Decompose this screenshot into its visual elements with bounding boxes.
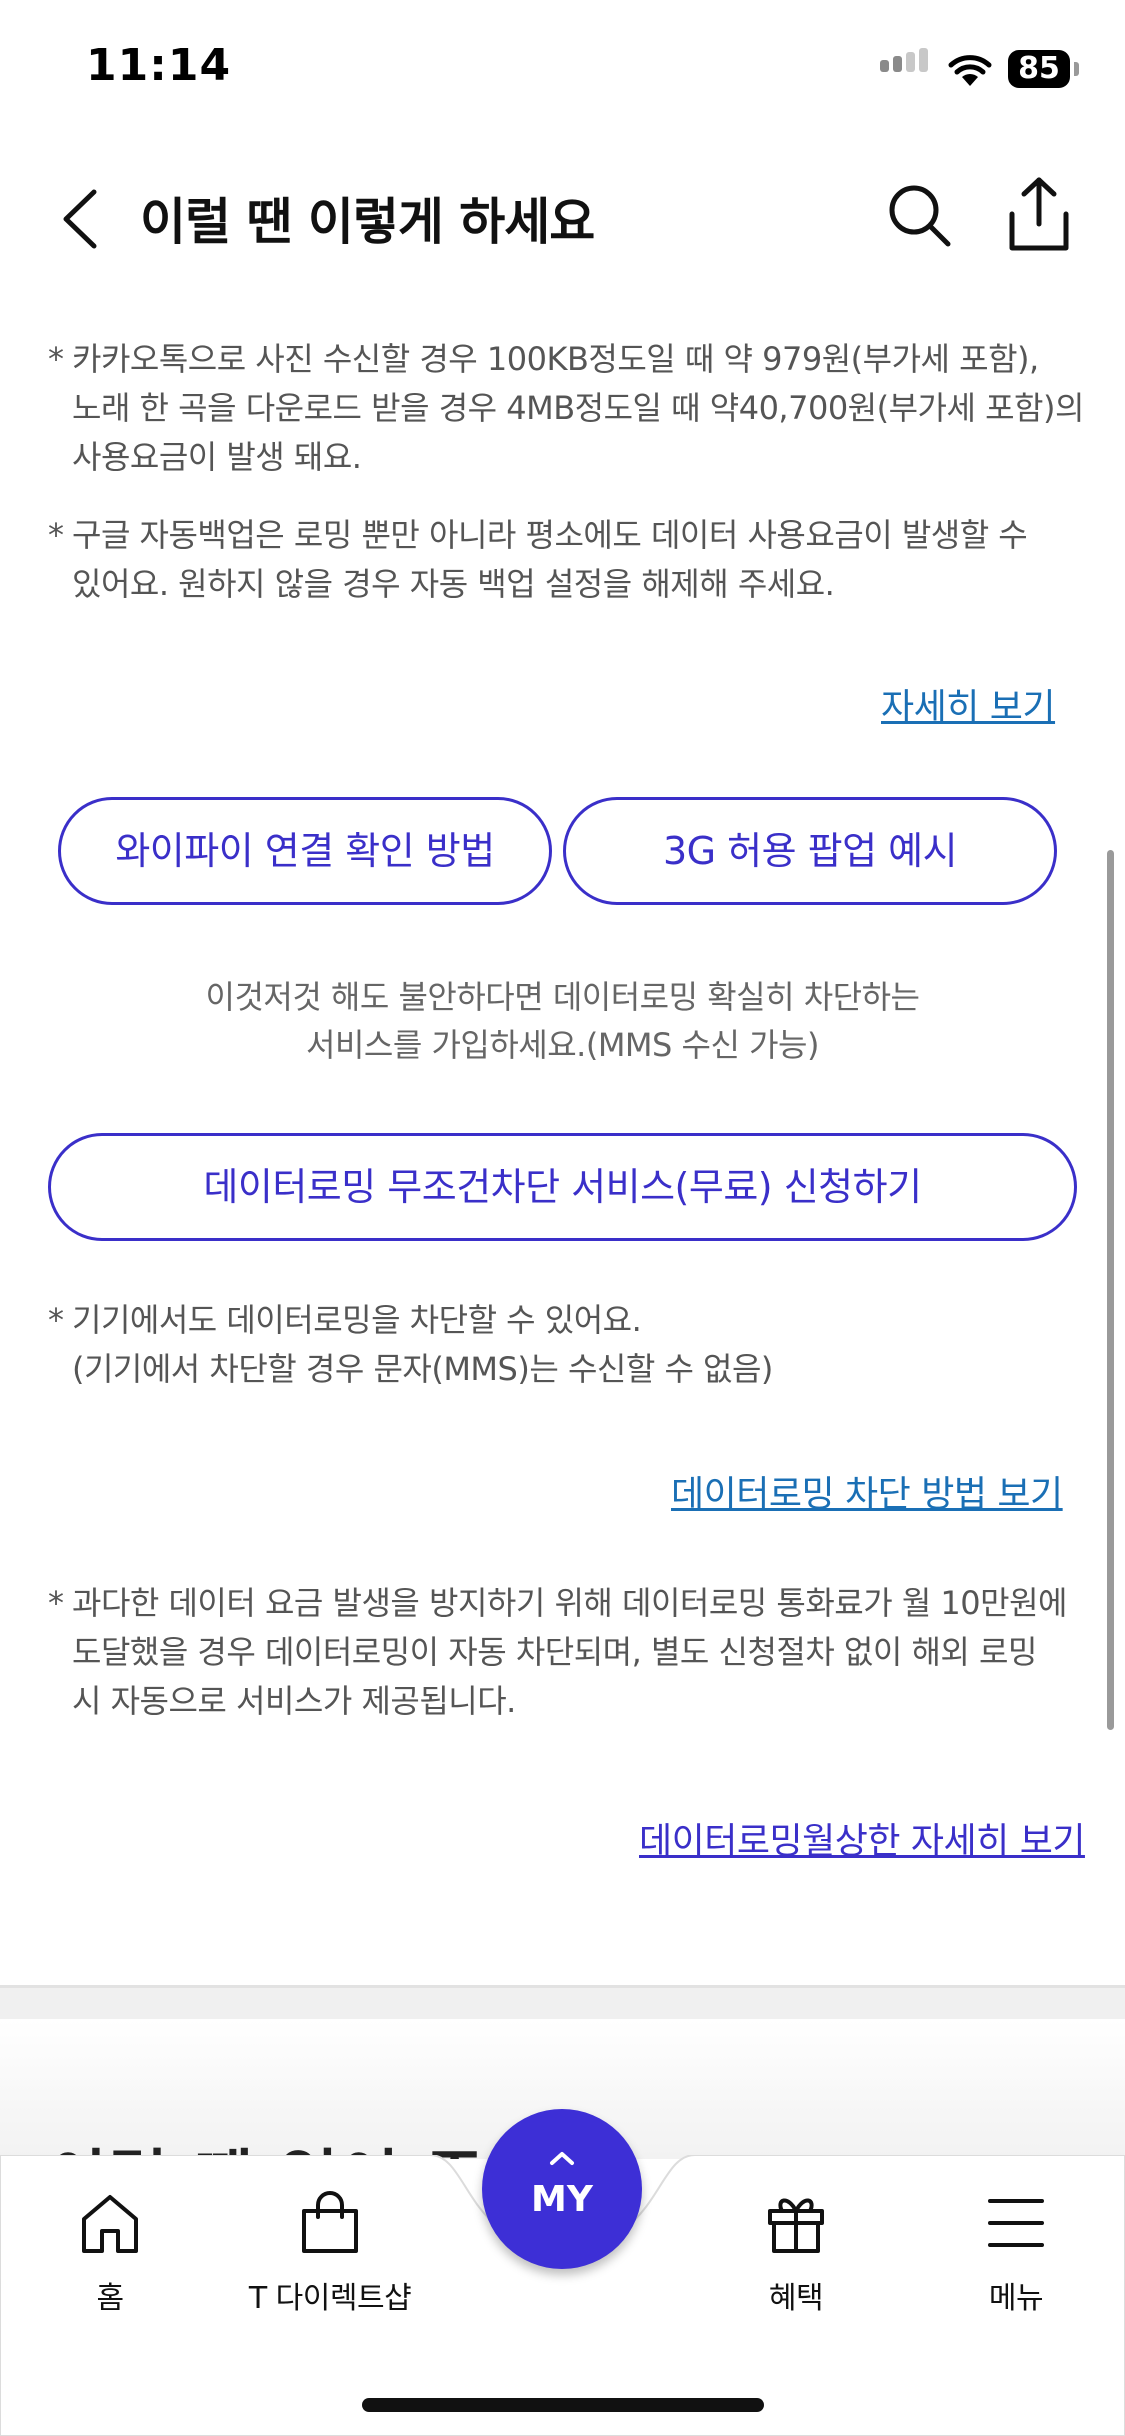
block-service-apply-button[interactable]: 데이터로밍 무조건차단 서비스(무료) 신청하기 <box>48 1133 1077 1241</box>
back-arrow-icon[interactable] <box>52 184 112 254</box>
note-line: 노래 한 곡을 다운로드 받을 경우 4MB정도일 때 약40,700원(부가세… <box>72 389 1084 427</box>
tab-direct-shop-label: T 다이렉트샵 <box>248 2281 412 2316</box>
note-line: 카카오톡으로 사진 수신할 경우 100KB정도일 때 약 979원(부가세 포… <box>72 340 1039 378</box>
note-line: 사용요금이 발생 돼요. <box>72 438 362 476</box>
promo-line: 서비스를 가입하세요.(MMS 수신 가능) <box>306 1026 819 1064</box>
tab-benefits-label: 혜택 <box>768 2281 824 2316</box>
note-line: 도달했을 경우 데이터로밍이 자동 차단되며, 별도 신청절차 없이 해외 로밍 <box>72 1633 1037 1671</box>
home-icon <box>82 2195 138 2253</box>
page-title: 이럴 땐 이렇게 하세요 <box>140 193 595 251</box>
note-line: 시 자동으로 서비스가 제공됩니다. <box>72 1682 516 1720</box>
shopping-bag-icon <box>302 2191 358 2253</box>
tab-direct-shop[interactable]: T 다이렉트샵 <box>230 2191 430 2317</box>
note-line: 과다한 데이터 요금 발생을 방지하기 위해 데이터로밍 통화료가 월 10만원… <box>72 1584 1067 1622</box>
block-method-link[interactable]: 데이터로밍 차단 방법 보기 <box>671 1465 1063 1517</box>
bottom-tab-bar: 홈 T 다이렉트샵 MY 혜택 메뉴 <box>0 2109 1125 2436</box>
gift-icon <box>768 2198 824 2253</box>
more-details-link[interactable]: 자세히 보기 <box>881 678 1056 730</box>
tab-menu-label: 메뉴 <box>988 2281 1044 2316</box>
chevron-up-icon <box>550 2152 574 2165</box>
3g-popup-example-button[interactable]: 3G 허용 팝업 예시 <box>563 797 1057 905</box>
monthly-cap-details-link[interactable]: 데이터로밍월상한 자세히 보기 <box>639 1812 1085 1864</box>
note-line: 기기에서도 데이터로밍을 차단할 수 있어요. <box>72 1301 642 1339</box>
app-header: 이럴 땐 이렇게 하세요 <box>0 160 1125 270</box>
note-line: (기기에서 차단할 경우 문자(MMS)는 수신할 수 없음) <box>72 1350 773 1388</box>
status-bar: 11:14 85 <box>0 0 1125 140</box>
section-divider <box>0 1985 1125 2022</box>
my-button-label: MY <box>531 2179 593 2220</box>
note-bullet: * <box>48 1301 64 1339</box>
share-icon[interactable] <box>1004 174 1074 254</box>
note-bullet: * <box>48 340 64 378</box>
note-line: 구글 자동백업은 로밍 뿐만 아니라 평소에도 데이터 사용요금이 발생할 수 <box>72 516 1028 554</box>
note-bullet: * <box>48 1584 64 1622</box>
home-indicator <box>362 2398 764 2412</box>
tab-menu[interactable]: 메뉴 <box>936 2191 1096 2317</box>
search-icon[interactable] <box>884 180 954 250</box>
tab-home[interactable]: 홈 <box>30 2191 190 2317</box>
promo-text: 이것저것 해도 불안하다면 데이터로밍 확실히 차단하는 서비스를 가입하세요.… <box>0 973 1125 1069</box>
my-button[interactable]: MY <box>482 2109 642 2269</box>
promo-line: 이것저것 해도 불안하다면 데이터로밍 확실히 차단하는 <box>205 978 920 1016</box>
tab-benefits[interactable]: 혜택 <box>716 2191 876 2317</box>
status-time: 11:14 <box>86 40 232 91</box>
battery-cap <box>1074 62 1079 76</box>
scrollbar[interactable] <box>1107 850 1114 1730</box>
battery-indicator: 85 <box>1008 50 1070 88</box>
note-line: 있어요. 원하지 않을 경우 자동 백업 설정을 해제해 주세요. <box>72 565 835 603</box>
wifi-icon <box>948 55 992 86</box>
wifi-check-button[interactable]: 와이파이 연결 확인 방법 <box>58 797 552 905</box>
hamburger-menu-icon <box>988 2199 1044 2247</box>
tab-home-label: 홈 <box>96 2281 124 2316</box>
note-bullet: * <box>48 516 64 554</box>
